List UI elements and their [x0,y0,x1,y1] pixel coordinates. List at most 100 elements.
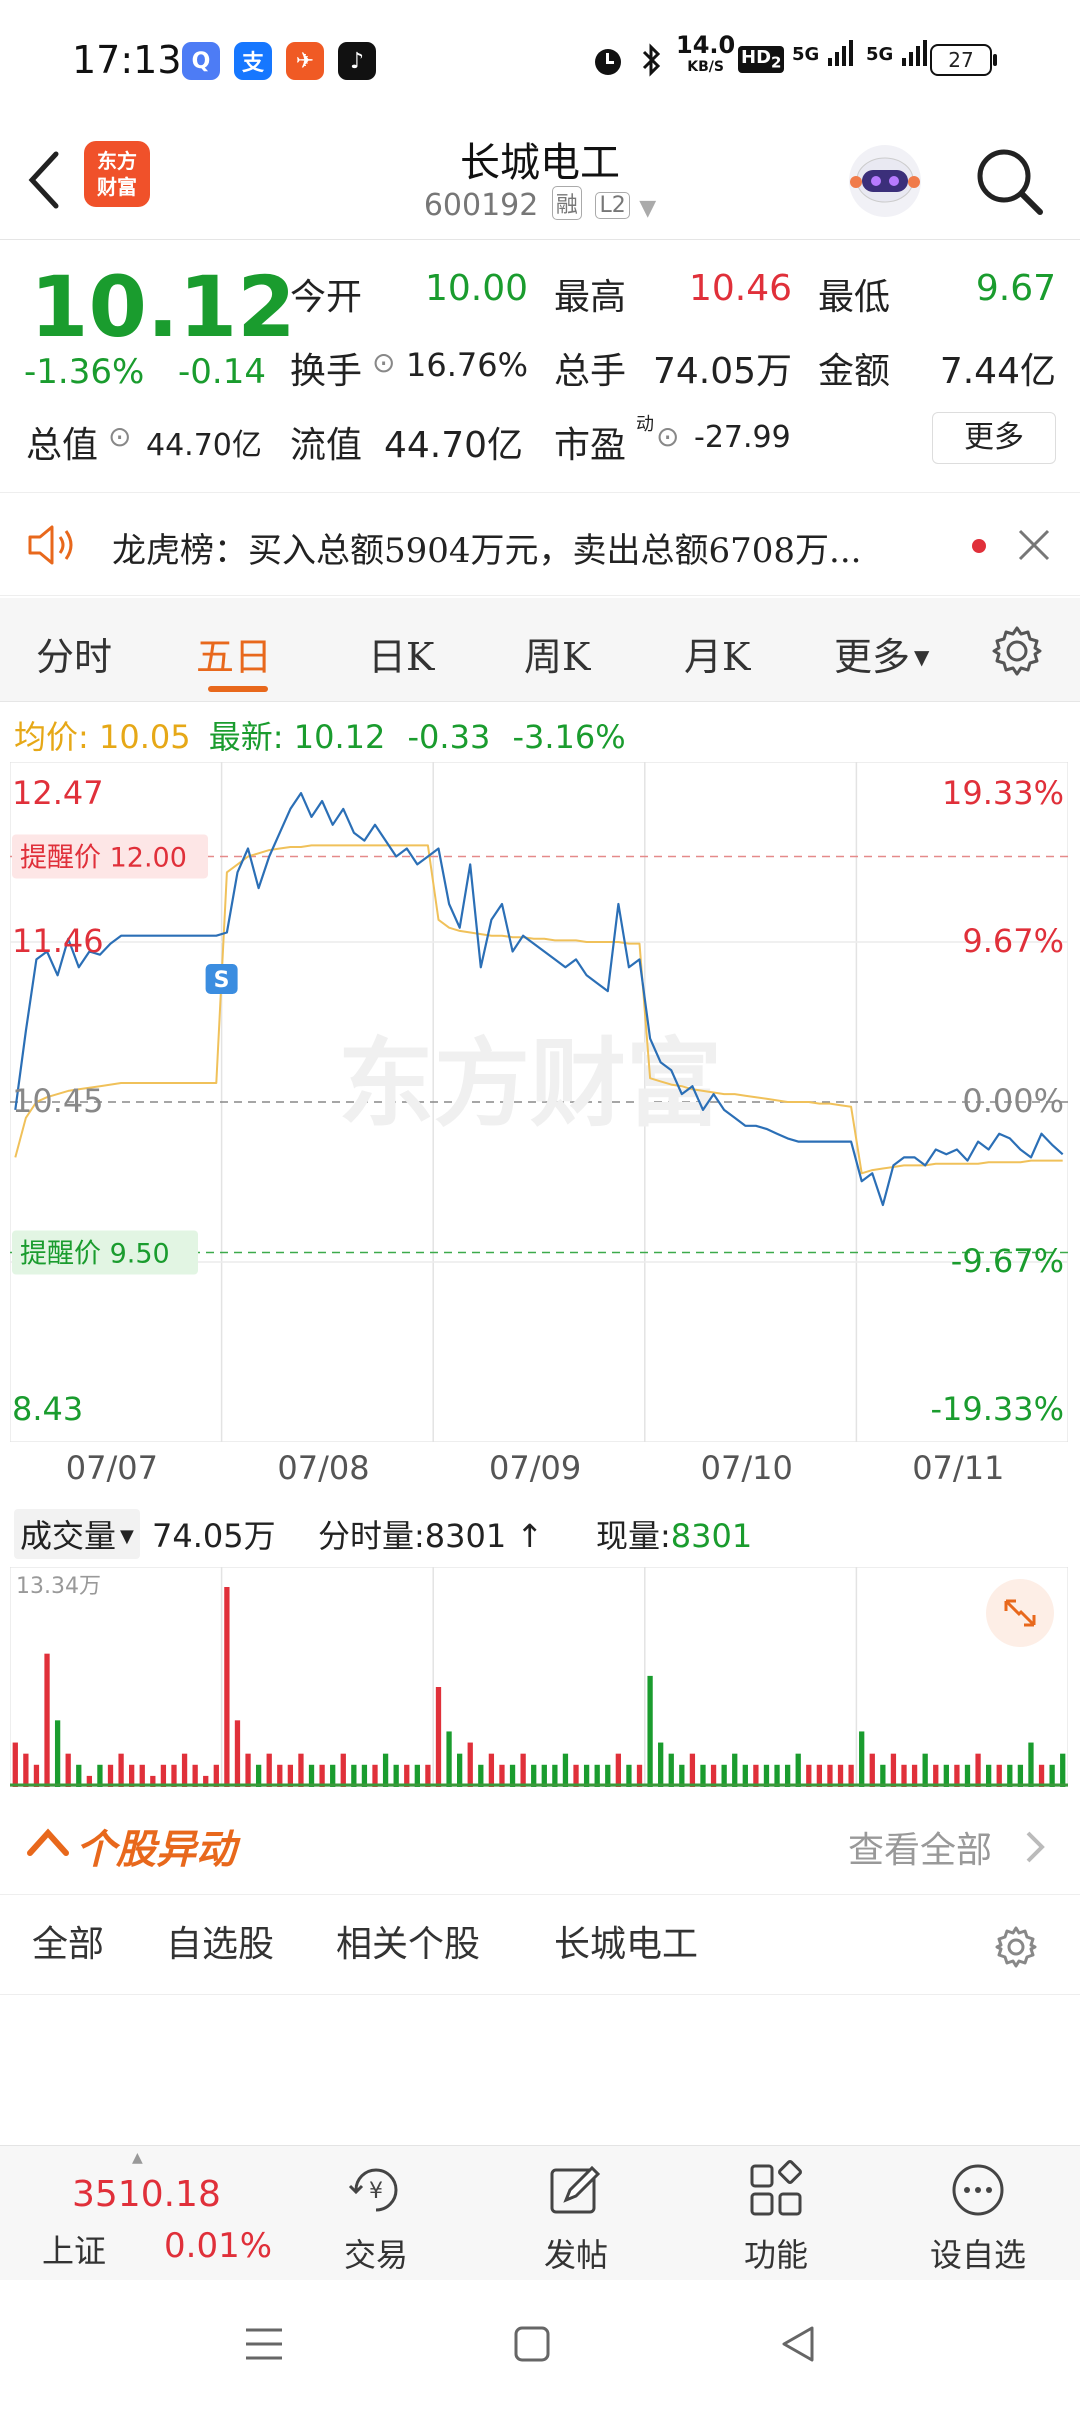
back-triangle-icon[interactable] [778,2324,818,2364]
paper-plane-icon: ✈ [286,42,324,80]
volume-label: 总手 [554,351,627,392]
volume-bar [859,1731,865,1787]
volume-bar [520,1753,526,1787]
tab-weekly-k[interactable]: 周K [524,626,590,681]
search-icon[interactable] [972,144,1048,220]
status-bar: 17:13 Q 支 ✈ ♪ 14.0 KB/S HD2 5G 5G 27 [0,0,1080,120]
nav-post[interactable]: 发帖 [516,2146,636,2281]
volume-bar [975,1753,981,1787]
amount-label: 金额 [818,351,891,392]
news-banner[interactable]: 龙虎榜：买入总额5904万元，卖出总额6708万... [0,492,1080,596]
info-icon[interactable]: ⊙ [108,420,131,453]
nav-add-watchlist[interactable]: 设自选 [918,2146,1038,2281]
five-day-price-chart[interactable]: 东方财富 12.4711.4610.459.448.4319.33%9.67%0… [10,762,1068,1442]
volume-bar [340,1753,346,1787]
movement-title: 个股异动 [76,1827,236,1873]
net-speed-unit: KB/S [687,59,724,75]
signal-2-label: 5G [866,44,894,65]
filter-watchlist[interactable]: 自选股 [166,1915,274,1967]
nav-functions[interactable]: 功能 [716,2146,836,2281]
x-date-label: 07/10 [700,1449,793,1487]
avg-label: 均价: [14,718,89,756]
volume-bar [658,1742,664,1787]
tab-five-day[interactable]: 五日 [196,626,272,681]
tab-monthly-k[interactable]: 月K [684,626,750,681]
caret-down-icon: ▼ [639,196,657,221]
signal-bars-icon [901,40,927,66]
movement-filters: 全部 自选股 相关个股 长城电工 [0,1895,1080,1995]
volume-bar [54,1720,61,1787]
home-square-icon[interactable] [512,2324,552,2364]
gear-icon[interactable] [990,624,1044,678]
gear-icon[interactable] [994,1925,1038,1969]
menu-icon[interactable] [244,2324,284,2364]
volume-bar [890,1753,897,1787]
volume-bar [23,1753,29,1787]
market-cap-value: 44.70亿 [146,428,262,463]
tab-intraday[interactable]: 分时 [36,626,112,681]
volume-bar [446,1731,452,1787]
info-icon[interactable]: ⊙ [372,346,395,379]
y-tick-left: 11.46 [12,922,104,960]
volume-value: 74.05万 [652,351,792,392]
x-date-label: 07/09 [489,1449,582,1487]
volume-bar [44,1653,50,1787]
s-signal-label: S [214,968,230,993]
volume-bar [181,1753,188,1787]
x-date-label: 07/11 [912,1449,1005,1487]
pe-dynamic-sup: 动 [636,414,654,435]
volume-bar [457,1753,463,1787]
open-value: 10.00 [424,268,528,309]
y-tick-right: 19.33% [942,774,1064,812]
edit-icon [550,2165,601,2214]
open-label: 今开 [290,277,363,318]
signal-bars-icon [827,40,853,66]
level2-tag: L2 [595,192,630,219]
watermark: 东方财富 [338,1028,722,1140]
volume-bar [65,1753,71,1787]
volume-chart[interactable]: 13.34万 [10,1567,1068,1787]
close-icon[interactable] [1016,527,1052,563]
nav-functions-label: 功能 [743,2236,808,2274]
y-tick-left: 8.43 [12,1390,83,1428]
robot-assistant-icon[interactable] [842,136,928,222]
tab-daily-k[interactable]: 日K [368,626,434,681]
float-cap-value: 44.70亿 [384,425,524,466]
date-axis: 07/07 07/08 07/09 07/10 07/11 [0,1445,1080,1495]
battery-icon: 27 [930,44,992,76]
tab-more-label: 更多 [834,635,911,679]
more-button[interactable]: 更多 [932,412,1056,464]
y-tick-right: -19.33% [930,1390,1064,1428]
svg-text:¥: ¥ [369,2179,383,2204]
alert-low-label: 提醒价 9.50 [20,1238,170,1269]
view-all-link[interactable]: 查看全部 [848,1821,992,1873]
filter-this-stock[interactable]: 长城电工 [554,1915,698,1967]
high-label: 最高 [554,277,627,318]
volume-header: 成交量 ▼ 74.05万 分时量:8301 ↑ 现量:8301 [0,1505,1080,1561]
nav-trade[interactable]: ¥ 交易 [316,2146,436,2281]
volume-total: 74.05万 [152,1517,276,1555]
stock-movement-section: 个股异动 查看全部 [0,1795,1080,1895]
filter-all[interactable]: 全部 [32,1915,104,1967]
stock-header: 东方 财富 长城电工 600192 融 L2 ▼ [0,120,1080,240]
volume-bar [562,1753,569,1787]
current-volume-label: 现量: [596,1517,671,1555]
active-tab-indicator [208,686,268,692]
chevron-up-icon[interactable] [26,1825,70,1861]
tick-volume-value: 8301 [424,1517,507,1555]
filter-related[interactable]: 相关个股 [336,1915,480,1967]
y-tick-right: 9.67% [962,922,1064,960]
low-value: 9.67 [975,268,1056,309]
info-icon[interactable]: ⊙ [656,420,679,453]
music-app-icon: ♪ [338,42,376,80]
index-ticker[interactable]: ▲ 3510.18 上证 0.01% [28,2146,278,2281]
low-label: 最低 [818,277,891,318]
bottom-nav: ▲ 3510.18 上证 0.01% ¥ 交易 发帖 功能 设自选 [0,2145,1080,2280]
volume-selector-label: 成交量 [20,1517,117,1555]
turnover-value: 16.76% [405,346,528,384]
tab-more[interactable]: 更多 ▼ [834,626,929,681]
volume-bar [224,1587,230,1787]
market-cap-label: 总值 [26,425,99,466]
volume-bar [615,1753,621,1787]
volume-selector[interactable]: 成交量 ▼ [14,1509,140,1559]
